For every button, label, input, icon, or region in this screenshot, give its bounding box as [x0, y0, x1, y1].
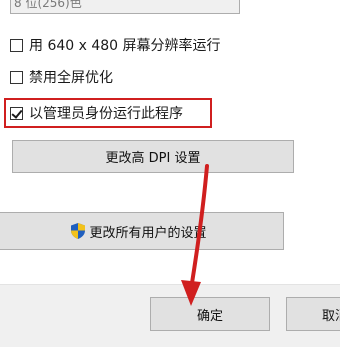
change-dpi-button-label: 更改高 DPI 设置 — [105, 151, 201, 166]
label-640x480: 用 640 x 480 屏幕分辨率运行 — [29, 38, 221, 54]
highlight-box — [4, 98, 212, 128]
option-disable-fullscreen[interactable]: 禁用全屏优化 — [10, 66, 113, 88]
cancel-button[interactable]: 取消 — [286, 297, 340, 331]
ok-button-label: 确定 — [196, 308, 223, 324]
color-mode-dropdown[interactable]: 8 位(256)色 — [10, 0, 240, 14]
color-mode-value: 8 位(256)色 — [14, 0, 82, 10]
label-disable-fullscreen: 禁用全屏优化 — [29, 70, 113, 86]
all-users-settings-label: 更改所有用户的设置 — [89, 225, 207, 241]
checkbox-disable-fullscreen[interactable] — [10, 70, 23, 84]
uac-shield-icon — [71, 223, 86, 239]
checkbox-640x480[interactable] — [10, 38, 23, 52]
cancel-button-label: 取消 — [322, 308, 340, 324]
ok-button[interactable]: 确定 — [150, 297, 270, 331]
all-users-settings-button[interactable]: 更改所有用户的设置 — [0, 212, 284, 250]
change-dpi-button[interactable]: 更改高 DPI 设置 — [12, 140, 294, 173]
option-640x480[interactable]: 用 640 x 480 屏幕分辨率运行 — [10, 34, 221, 56]
